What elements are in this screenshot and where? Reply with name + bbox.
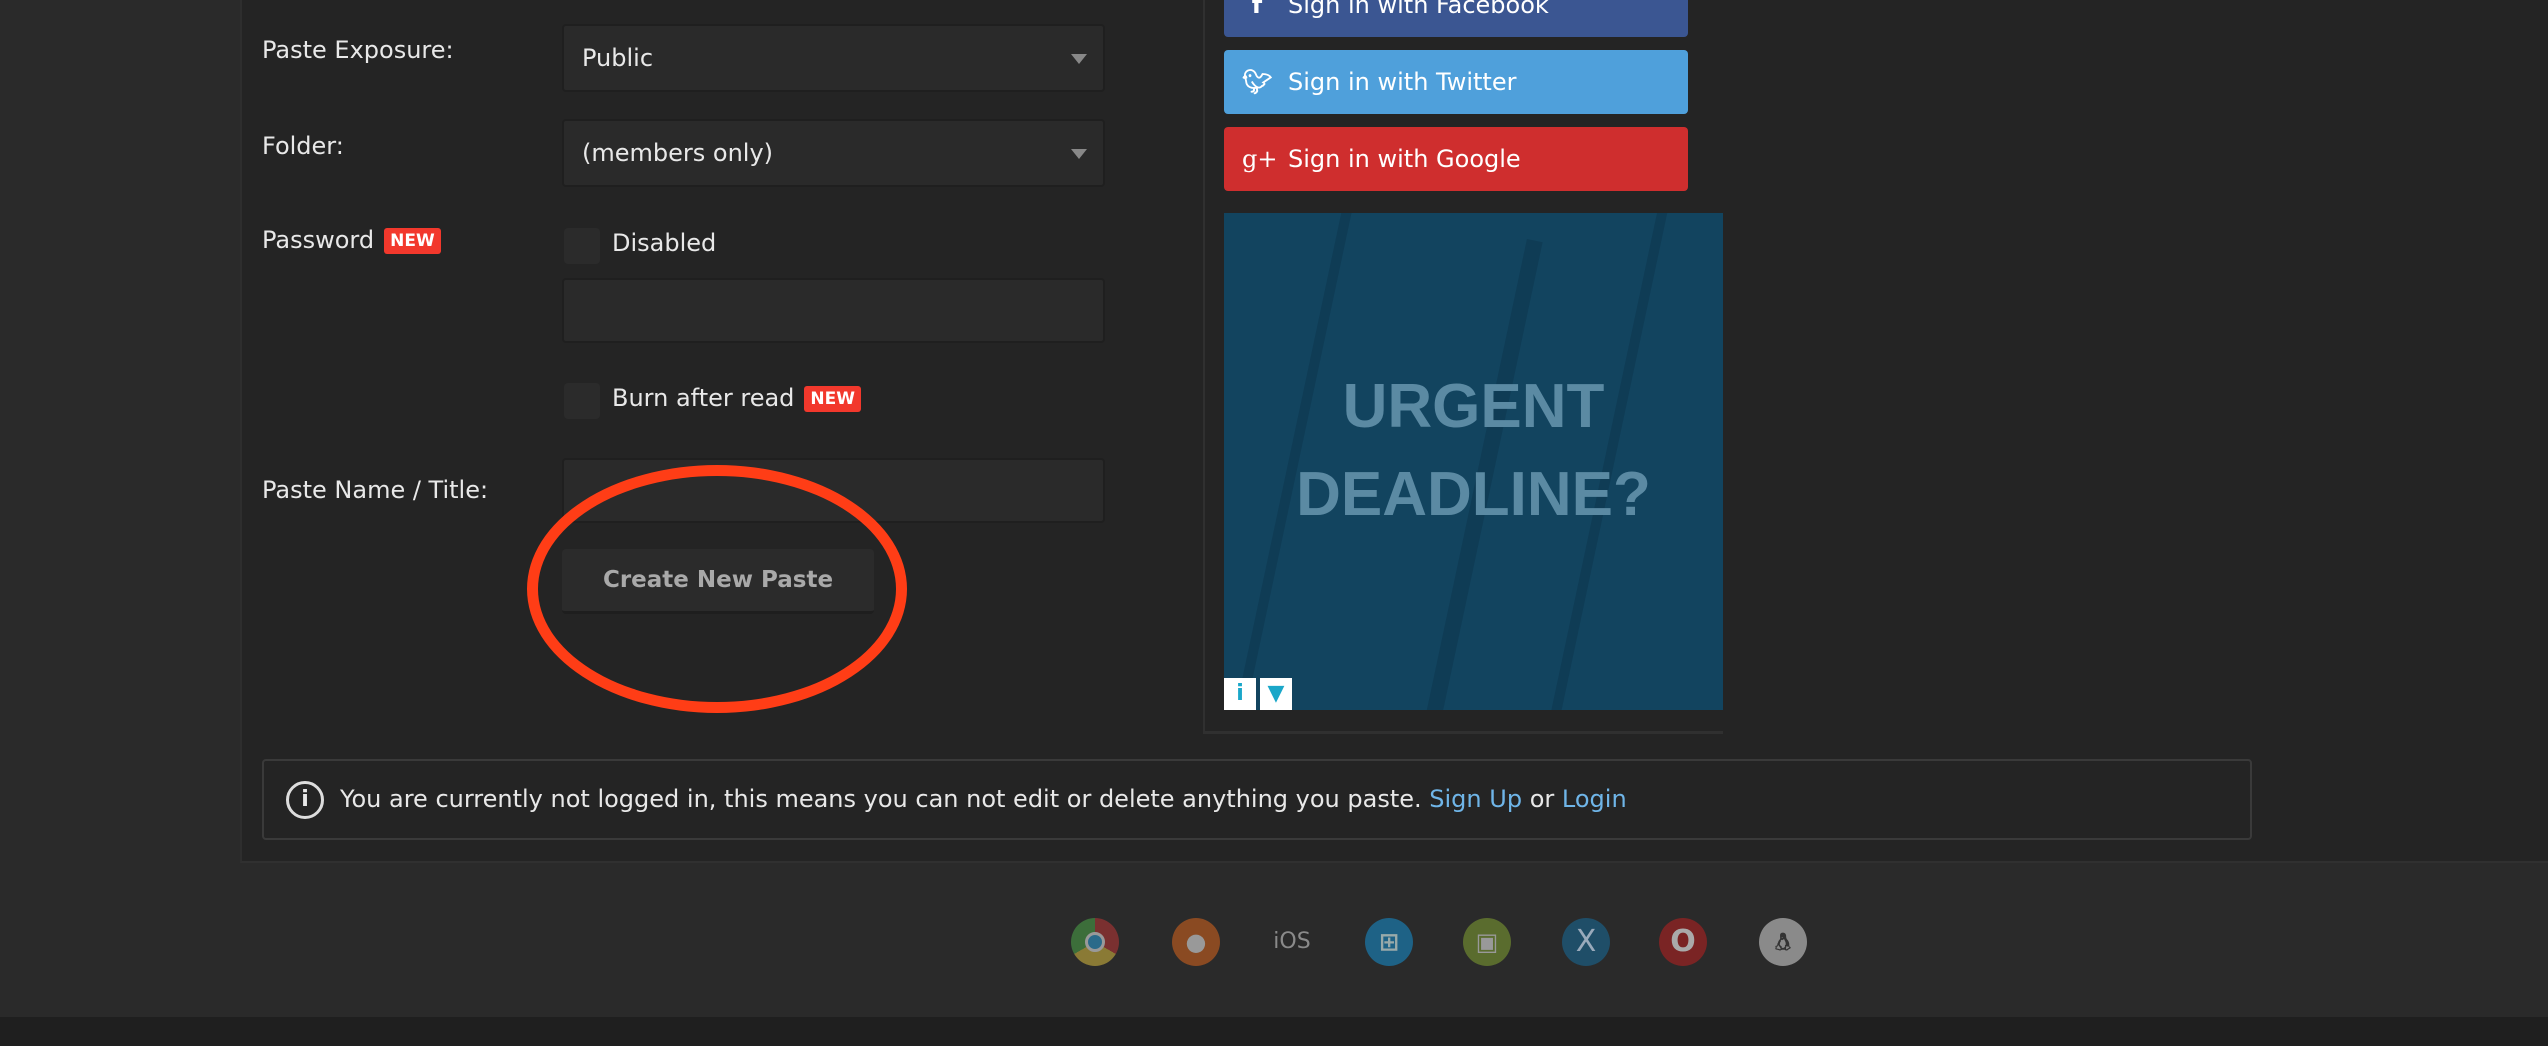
google-label: Sign in with Google xyxy=(1288,145,1521,173)
ad-line-2: DEADLINE? xyxy=(1296,460,1651,529)
firefox-icon[interactable]: ● xyxy=(1172,918,1220,966)
sign-in-twitter-button[interactable]: 🐦︎ Sign in with Twitter xyxy=(1224,50,1688,114)
password-label: Password NEW xyxy=(262,226,441,254)
sign-up-link[interactable]: Sign Up xyxy=(1429,785,1522,813)
sidebar-bottom-divider xyxy=(1203,731,1723,734)
folder-select[interactable]: (members only) xyxy=(562,119,1105,187)
paste-exposure-value: Public xyxy=(582,44,654,72)
android-icon[interactable]: ▣ xyxy=(1463,918,1511,966)
opera-icon[interactable]: O xyxy=(1659,918,1707,966)
chevron-down-icon xyxy=(1071,149,1087,159)
login-notice: i You are currently not logged in, this … xyxy=(262,759,2252,840)
sign-in-facebook-button[interactable]: f Sign in with Facebook xyxy=(1224,0,1688,37)
password-checkbox[interactable] xyxy=(564,228,600,264)
password-input[interactable] xyxy=(562,278,1105,343)
burn-after-read-text: Burn after read xyxy=(612,384,795,412)
burn-after-read-label: Burn after read NEW xyxy=(612,384,862,412)
ad-info-icon[interactable]: i xyxy=(1224,678,1256,710)
advertisement[interactable]: URGENT DEADLINE? i ▼ xyxy=(1224,213,1723,710)
facebook-label: Sign in with Facebook xyxy=(1288,0,1549,19)
ad-choices-icon[interactable]: ▼ xyxy=(1260,678,1292,710)
bottom-bar xyxy=(0,1017,2548,1046)
chevron-down-icon xyxy=(1071,54,1087,64)
sign-in-google-button[interactable]: g+ Sign in with Google xyxy=(1224,127,1688,191)
password-toggle-label: Disabled xyxy=(612,229,717,257)
info-icon: i xyxy=(286,781,324,819)
password-label-text: Password xyxy=(262,226,375,254)
windows-icon[interactable]: ⊞ xyxy=(1365,918,1413,966)
sidebar-divider xyxy=(1203,0,1205,733)
notice-or: or xyxy=(1529,785,1555,813)
login-link[interactable]: Login xyxy=(1562,785,1627,813)
new-badge: NEW xyxy=(804,386,862,412)
folder-label: Folder: xyxy=(262,132,344,160)
linux-icon[interactable]: 🐧︎ xyxy=(1759,918,1807,966)
twitter-label: Sign in with Twitter xyxy=(1288,68,1517,96)
ad-line-1: URGENT xyxy=(1342,372,1605,441)
new-badge: NEW xyxy=(384,228,441,254)
twitter-icon: 🐦︎ xyxy=(1242,68,1273,96)
chrome-icon[interactable] xyxy=(1071,918,1119,966)
ios-icon[interactable]: iOS xyxy=(1268,918,1316,966)
folder-value: (members only) xyxy=(582,139,774,167)
ad-headline: URGENT DEADLINE? xyxy=(1224,363,1723,539)
create-new-paste-button[interactable]: Create New Paste xyxy=(562,549,874,614)
paste-exposure-label: Paste Exposure: xyxy=(262,36,454,64)
notice-text: You are currently not logged in, this me… xyxy=(340,785,1422,813)
facebook-icon: f xyxy=(1251,0,1263,19)
macos-icon[interactable]: X xyxy=(1562,918,1610,966)
paste-title-input[interactable] xyxy=(562,458,1105,523)
google-plus-icon: g+ xyxy=(1242,145,1278,173)
paste-exposure-select[interactable]: Public xyxy=(562,24,1105,92)
paste-title-label: Paste Name / Title: xyxy=(262,476,489,504)
burn-after-read-checkbox[interactable] xyxy=(564,383,600,419)
